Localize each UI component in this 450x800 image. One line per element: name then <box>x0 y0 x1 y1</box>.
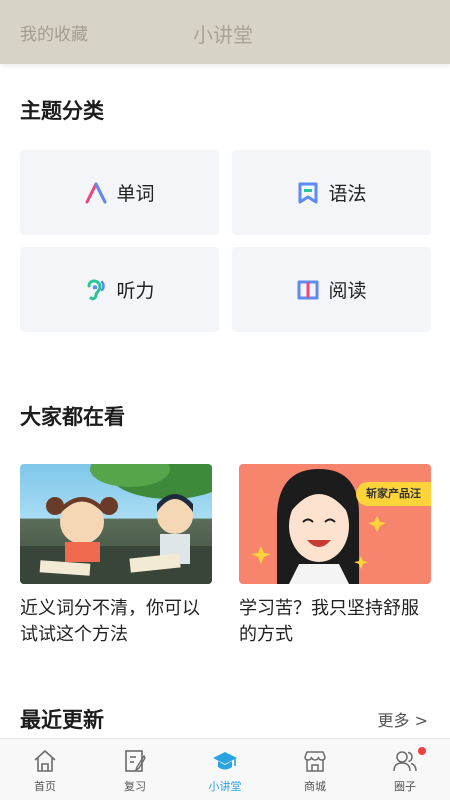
nav-label: 圈子 <box>394 780 416 793</box>
topic-card-listening[interactable]: 听力 <box>20 247 219 332</box>
more-link[interactable]: 更多 > <box>378 707 429 731</box>
topic-label: 阅读 <box>328 280 367 302</box>
nav-label: 小讲堂 <box>208 780 242 793</box>
topic-card-reading[interactable]: 阅读 <box>232 247 431 332</box>
nav-item-lecture[interactable]: 小讲堂 <box>180 739 270 800</box>
bookmark-icon <box>296 181 320 205</box>
section-title-hot: 大家都在看 <box>20 405 125 429</box>
nav-item-circle[interactable]: 圈子 <box>360 739 450 800</box>
tab-favorites[interactable]: 我的收藏 <box>20 20 88 45</box>
notification-dot <box>418 747 426 755</box>
topic-label: 单词 <box>116 183 155 205</box>
tab-lecture[interactable]: 小讲堂 <box>193 19 253 48</box>
ear-icon <box>84 278 108 302</box>
open-book-icon <box>296 278 320 302</box>
article-card[interactable]: 斩家产品汪 学习苦？我只坚持舒服的方式 <box>239 464 431 648</box>
article-title: 近义词分不清，你可以试试这个方法 <box>20 598 200 645</box>
section-title-topics: 主题分类 <box>20 99 104 123</box>
nav-label: 首页 <box>34 780 56 793</box>
letter-a-icon <box>84 181 108 205</box>
nav-item-review[interactable]: 复习 <box>90 739 180 800</box>
topic-card-grammar[interactable]: 语法 <box>232 150 431 235</box>
nav-label: 复习 <box>124 780 146 793</box>
topic-card-words[interactable]: 单词 <box>20 150 219 235</box>
home-icon <box>32 748 58 774</box>
nav-item-store[interactable]: 商城 <box>270 739 360 800</box>
author-badge: 斩家产品汪 <box>356 482 431 506</box>
people-icon <box>392 748 418 774</box>
section-title-recent: 最近更新 <box>20 708 104 732</box>
topic-label: 语法 <box>328 183 367 205</box>
top-header: 我的收藏 小讲堂 <box>0 0 450 64</box>
store-icon <box>302 748 328 774</box>
nav-label: 商城 <box>304 780 326 793</box>
article-thumbnail <box>20 464 212 584</box>
article-thumbnail: 斩家产品汪 <box>239 464 431 584</box>
bottom-nav: 首页 复习 小讲堂 商城 圈子 <box>0 738 450 800</box>
article-card[interactable]: 近义词分不清，你可以试试这个方法 <box>20 464 212 648</box>
nav-item-home[interactable]: 首页 <box>0 739 90 800</box>
graduation-cap-icon <box>212 748 238 774</box>
review-icon <box>122 748 148 774</box>
article-title: 学习苦？我只坚持舒服的方式 <box>239 598 419 645</box>
topic-label: 听力 <box>116 280 155 302</box>
